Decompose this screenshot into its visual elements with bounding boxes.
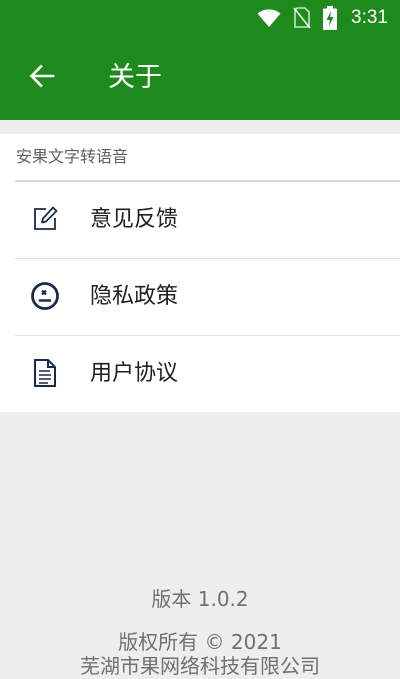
user-agreement-label: 用户协议 [90, 361, 179, 386]
wifi-icon [257, 8, 281, 28]
feedback-item[interactable]: 意见反馈 [0, 182, 400, 258]
battery-charging-icon [323, 6, 338, 30]
about-card: 安果文字转语音 意见反馈 隐私政策 用户协议 [0, 134, 400, 412]
feedback-label: 意见反馈 [90, 207, 179, 232]
policy-face-icon [30, 281, 60, 311]
edit-icon [30, 204, 60, 234]
user-agreement-item[interactable]: 用户协议 [0, 336, 400, 412]
back-button[interactable] [22, 58, 62, 98]
copyright-text: 版权所有 © 2021 [118, 630, 282, 654]
no-sim-icon [293, 7, 311, 29]
privacy-policy-label: 隐私政策 [90, 284, 179, 309]
page-title: 关于 [108, 62, 162, 93]
version-text: 版本 1.0.2 [151, 587, 249, 611]
status-icons: 3:31 [257, 6, 388, 30]
status-bar: 3:31 [0, 0, 400, 36]
company-text: 芜湖市果网络科技有限公司 [80, 654, 320, 678]
section-header: 安果文字转语音 [16, 147, 129, 166]
app-bar: 关于 [0, 36, 400, 120]
clock: 3:31 [351, 7, 388, 28]
privacy-policy-item[interactable]: 隐私政策 [0, 259, 400, 335]
arrow-left-icon [29, 63, 55, 93]
document-icon [30, 358, 60, 388]
